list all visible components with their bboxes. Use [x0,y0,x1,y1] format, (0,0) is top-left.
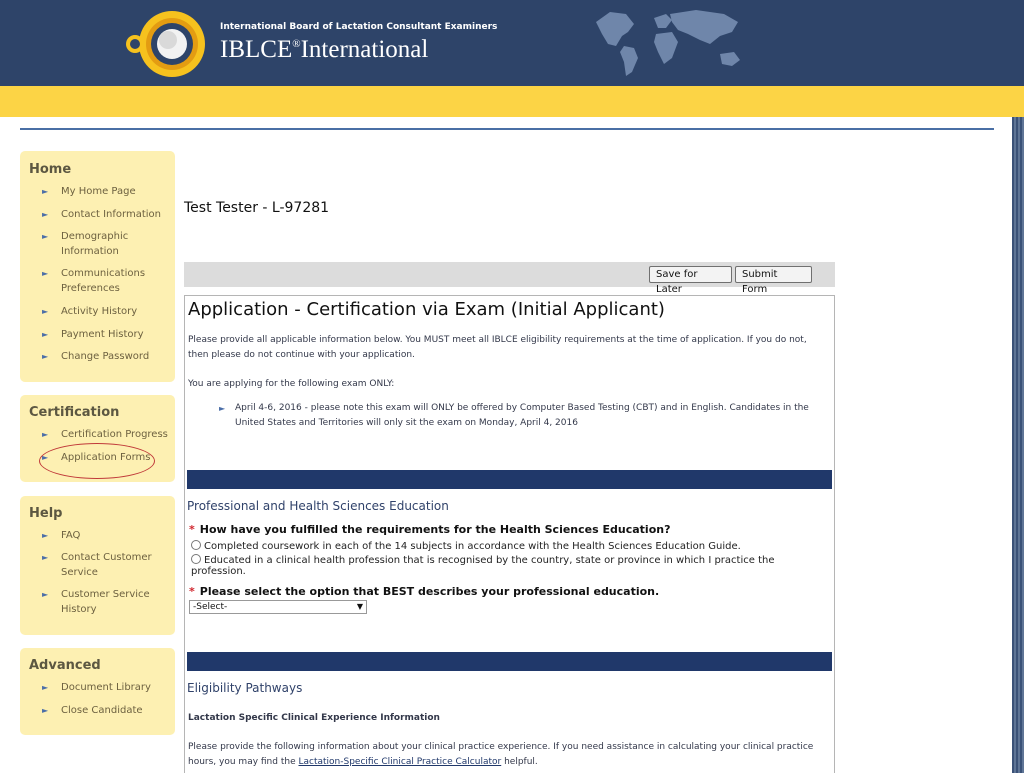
highlight-circle-annotation [39,443,155,479]
dropdown-caret-icon: ▼ [356,602,363,611]
section-divider-band [187,652,832,671]
application-form: Application - Certification via Exam (In… [184,295,835,773]
health-sciences-question: * How have you fulfilled the requirements… [189,523,670,536]
radio-button[interactable] [191,540,201,550]
clinical-experience-text: Please provide the following information… [188,742,814,767]
nav-section-advanced: Advanced ► Document Library ► Close Candid… [20,648,175,735]
bullet-arrow-icon: ► [42,330,49,339]
nav-item-label: Close Candidate [61,705,143,716]
radio-option-coursework[interactable]: Completed coursework in each of the 14 s… [191,540,811,552]
nav-item-label: Contact Customer Service [61,552,152,578]
brand-title: IBLCE®International [220,36,429,63]
nav-item-label: Customer Service History [61,589,150,615]
professional-education-select[interactable]: -Select- ▼ [189,600,367,614]
form-title: Application - Certification via Exam (In… [188,299,665,320]
nav-section-title: Certification [29,405,120,420]
exam-lead-text: You are applying for the following exam … [188,379,395,389]
site-header: International Board of Lactation Consult… [0,0,1024,86]
exam-date-item: April 4-6, 2016 - please note this exam … [235,403,809,428]
world-map-icon [596,10,740,76]
nav-item-label: FAQ [61,530,81,541]
question-text: Please select the option that BEST descr… [199,585,660,598]
nav-section-title: Help [29,506,63,521]
bullet-arrow-icon: ► [42,430,49,439]
bullet-arrow-icon: ► [42,553,49,562]
candidate-name: Test Tester - L-97281 [184,200,330,216]
bullet-arrow-icon: ► [42,352,49,361]
header-divider [20,128,994,130]
organization-name: International Board of Lactation Consult… [220,22,498,32]
bullet-arrow-icon: ► [42,706,49,715]
question-text: How have you fulfilled the requirements … [199,523,671,536]
nav-item-label: Change Password [61,351,150,362]
iblce-logo-icon [126,11,205,77]
nav-item-label: Certification Progress [61,429,168,440]
radio-option-label: Completed coursework in each of the 14 s… [204,541,741,552]
required-asterisk: * [189,523,195,536]
eligibility-pathways-heading: Eligibility Pathways [187,681,303,695]
nav-section-help: Help ► FAQ ► Contact Customer Service ► Cus… [20,496,175,635]
bullet-arrow-icon: ► [42,210,49,219]
form-intro-text: Please provide all applicable informatio… [188,335,807,360]
save-for-later-button[interactable]: Save for Later [649,266,732,295]
select-value: -Select- [193,602,228,612]
bullet-arrow-icon: ► [42,683,49,692]
nav-item-label: My Home Page [61,186,136,197]
nav-item-label: Communications Preferences [61,268,146,294]
professional-education-question: * Please select the option that BEST desc… [189,585,659,598]
bullet-arrow-icon: ► [42,590,49,599]
bullet-arrow-icon: ► [42,307,49,316]
nav-item-label: Demographic Information [61,231,129,257]
nav-section-title: Home [29,162,72,177]
bullet-arrow-icon: ► [42,187,49,196]
nav-item-label: Document Library [61,682,151,693]
nav-item-label: Payment History [61,329,144,340]
nav-item-label: Activity History [61,306,138,317]
submit-form-button[interactable]: Submit Form [735,266,812,295]
radio-option-clinical-profession[interactable]: Educated in a clinical health profession… [191,554,811,577]
nav-section-title: Advanced [29,658,101,673]
bullet-arrow-icon: ► [42,232,49,241]
radio-option-label: Educated in a clinical health profession… [191,555,775,577]
clinical-experience-heading: Lactation Specific Clinical Experience I… [188,713,440,723]
radio-button[interactable] [191,554,201,564]
nav-section-home: Home ► My Home Page ► Contact Information … [20,151,175,382]
nav-item-label: Contact Information [61,209,161,220]
required-asterisk: * [189,585,195,598]
form-action-bar: Save for Later Submit Form [184,262,835,295]
section-divider-band [187,470,832,489]
header-accent-band [0,86,1024,117]
bullet-arrow-icon: ► [42,269,49,278]
bullet-arrow-icon: ► [42,531,49,540]
window-edge-scrollbar[interactable] [1012,117,1024,773]
education-section-heading: Professional and Health Sciences Educati… [187,499,449,513]
clinical-practice-calculator-link[interactable]: Lactation-Specific Clinical Practice Cal… [298,757,501,767]
